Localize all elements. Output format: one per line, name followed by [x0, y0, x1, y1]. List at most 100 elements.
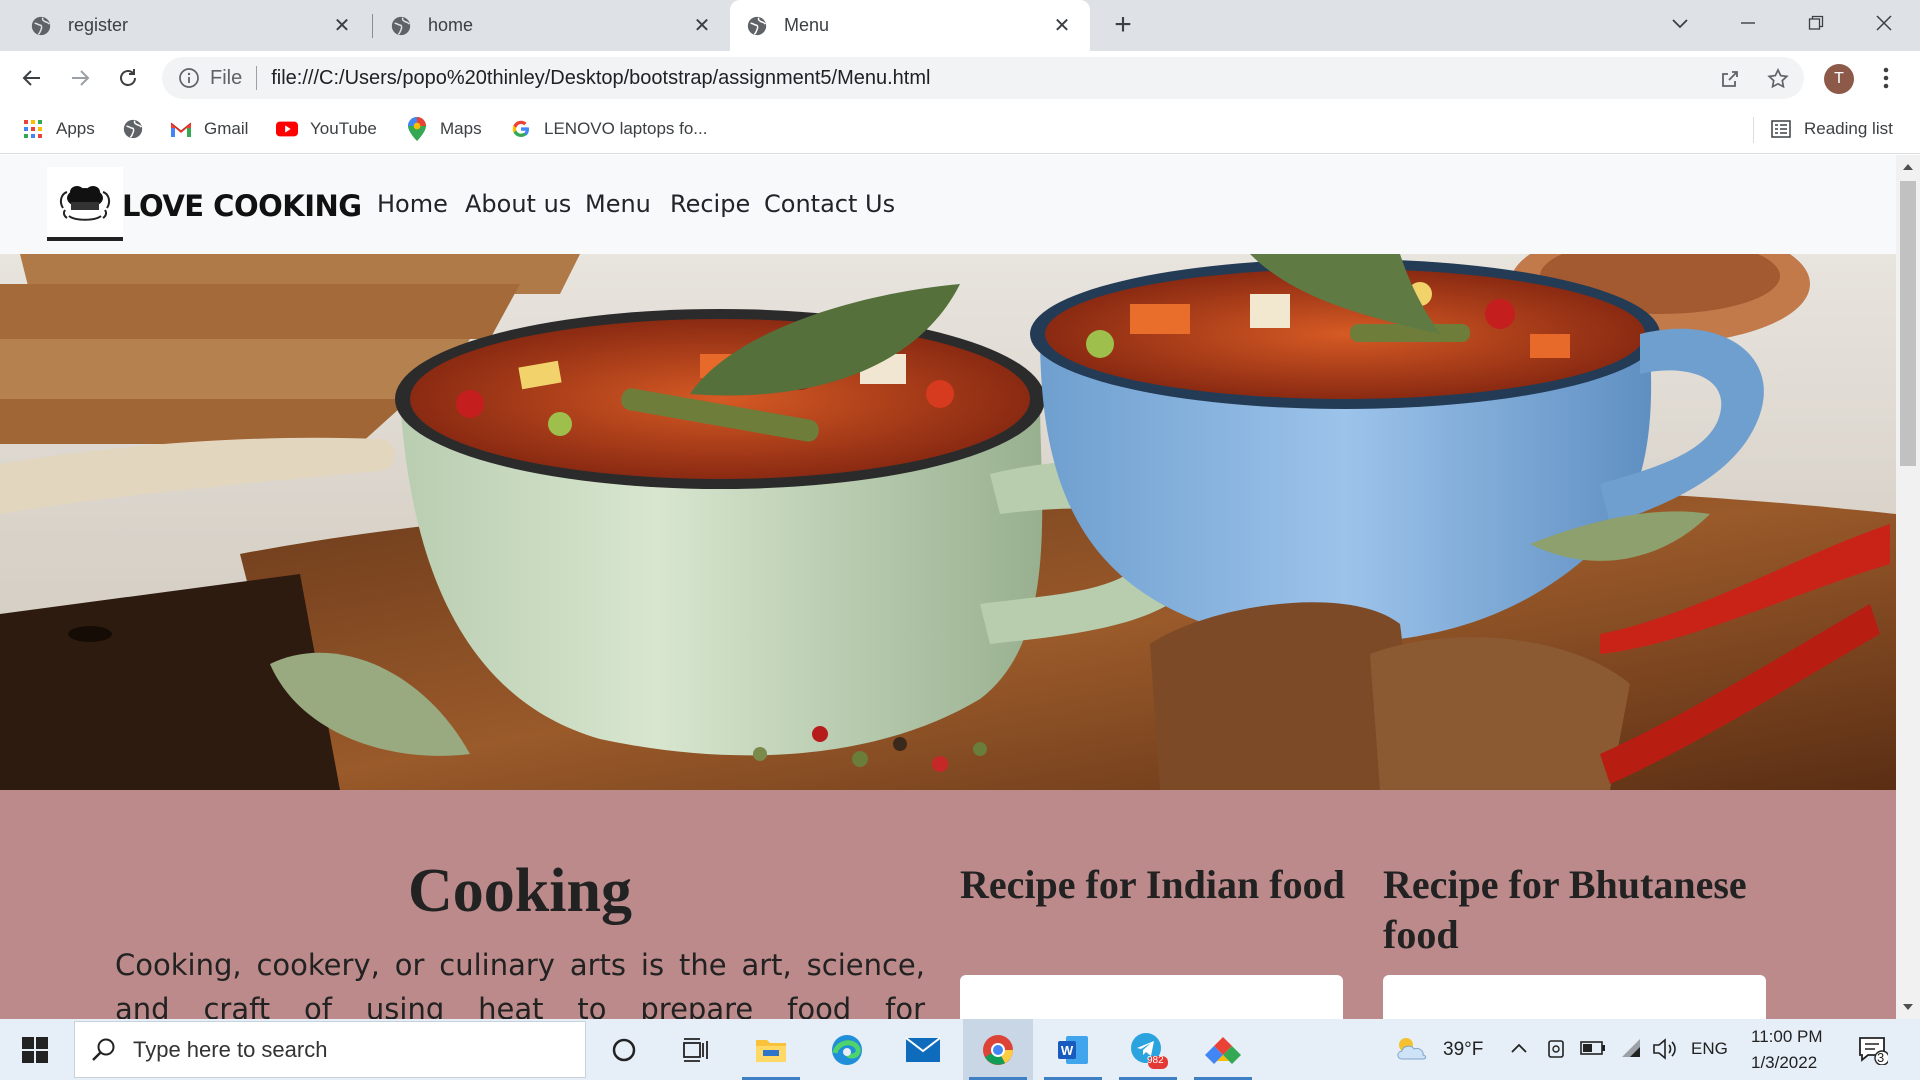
google-icon — [510, 118, 532, 140]
cooking-description: Cooking, cookery, or culinary arts is th… — [115, 948, 925, 1019]
brand-name[interactable]: LOVE COOKING — [122, 189, 362, 223]
reading-list-label: Reading list — [1804, 119, 1893, 138]
bookmark-label: LENOVO laptops fo... — [544, 119, 708, 138]
pinned-app[interactable] — [1188, 1019, 1258, 1080]
minimize-button[interactable] — [1728, 8, 1768, 38]
reload-button[interactable] — [112, 62, 144, 94]
forward-button[interactable] — [64, 62, 96, 94]
maps-icon — [406, 117, 428, 141]
nav-contact-us[interactable]: Contact Us — [764, 190, 895, 218]
url-text[interactable]: file:///C:/Users/popo%20thinley/Desktop/… — [271, 67, 930, 90]
globe-icon — [747, 16, 767, 35]
file-explorer-app[interactable] — [736, 1019, 806, 1080]
scroll-down-icon[interactable] — [1902, 1001, 1914, 1013]
bookmark-apps[interactable]: Apps — [22, 115, 95, 143]
reload-icon — [120, 69, 136, 86]
volume-icon[interactable] — [1652, 1037, 1678, 1061]
indian-recipe-card[interactable] — [960, 975, 1343, 1019]
edge-app[interactable] — [812, 1019, 882, 1080]
wifi-icon[interactable] — [1620, 1037, 1646, 1059]
more-menu-icon[interactable] — [1876, 63, 1896, 93]
nav-about-us[interactable]: About us — [465, 190, 571, 218]
bhutanese-recipe-heading: Recipe for Bhutanese food — [1383, 862, 1747, 957]
windows-taskbar: Type here to search W 982 39°F ENG 11:00… — [0, 1019, 1920, 1080]
tab-divider — [372, 14, 373, 38]
scrollbar-thumb[interactable] — [1900, 181, 1916, 466]
star-icon[interactable] — [1766, 67, 1790, 91]
arrow-left-icon — [22, 70, 40, 86]
window-close-button[interactable] — [1864, 8, 1904, 38]
close-icon[interactable]: ✕ — [1050, 13, 1074, 38]
close-icon — [1876, 15, 1892, 31]
mail-app[interactable] — [888, 1019, 958, 1080]
restore-button[interactable] — [1796, 8, 1836, 38]
word-icon: W — [1058, 1035, 1088, 1064]
chevron-down-icon — [1672, 19, 1688, 29]
chef-hat-logo-icon — [59, 186, 111, 221]
globe-icon — [391, 16, 411, 35]
scroll-up-icon[interactable] — [1902, 161, 1914, 173]
tab-title: register — [68, 15, 129, 35]
search-icon — [92, 1038, 115, 1061]
bookmark-globe[interactable] — [122, 115, 156, 143]
weather-temp[interactable]: 39°F — [1443, 1039, 1483, 1061]
gmail-icon — [170, 118, 192, 140]
restore-icon — [1808, 15, 1824, 30]
chevron-up-icon[interactable] — [1510, 1041, 1528, 1055]
windows-start-icon[interactable] — [22, 1037, 48, 1063]
clock-date[interactable]: 1/3/2022 — [1751, 1053, 1817, 1073]
bookmark-maps[interactable]: Maps — [406, 115, 482, 143]
nav-recipe[interactable]: Recipe — [670, 190, 750, 218]
indian-recipe-heading: Recipe for Indian food — [960, 862, 1345, 907]
reading-list-button[interactable]: Reading list — [1770, 115, 1893, 143]
close-icon[interactable]: ✕ — [330, 13, 354, 38]
tab-title: Menu — [784, 15, 830, 35]
browser-toolbar: File file:///C:/Users/popo%20thinley/Des… — [0, 51, 1920, 105]
bookmark-lenovo[interactable]: LENOVO laptops fo... — [510, 115, 707, 143]
bookmark-youtube[interactable]: YouTube — [276, 115, 377, 143]
clock-time[interactable]: 11:00 PM — [1751, 1027, 1823, 1047]
share-icon[interactable] — [1718, 67, 1742, 91]
globe-icon — [31, 16, 51, 35]
tab-search-button[interactable] — [1660, 8, 1700, 38]
telegram-app[interactable] — [1113, 1019, 1183, 1080]
diamond-app-icon — [1205, 1036, 1241, 1064]
tab-menu[interactable]: Menu ✕ — [730, 0, 1090, 51]
nav-home[interactable]: Home — [377, 190, 448, 218]
reading-list-icon — [1770, 118, 1792, 140]
bookmark-label: Gmail — [204, 119, 249, 138]
profile-avatar[interactable]: T — [1824, 64, 1854, 94]
back-button[interactable] — [16, 62, 48, 94]
chrome-app[interactable] — [963, 1019, 1033, 1080]
apps-grid-icon — [22, 118, 44, 140]
divider — [256, 66, 258, 90]
hero-image — [0, 254, 1896, 790]
cortana-button[interactable] — [589, 1019, 659, 1080]
close-icon[interactable]: ✕ — [690, 13, 714, 38]
page-scrollbar[interactable] — [1896, 155, 1920, 1019]
tab-register[interactable]: register ✕ — [14, 0, 370, 51]
tab-strip: register ✕ home ✕ Menu ✕ + — [0, 0, 1920, 51]
bookmark-gmail[interactable]: Gmail — [170, 115, 248, 143]
arrow-right-icon — [72, 70, 90, 86]
info-icon[interactable] — [178, 67, 200, 89]
new-tab-button[interactable]: + — [1108, 10, 1138, 40]
nav-menu[interactable]: Menu — [585, 190, 651, 218]
address-bar[interactable]: File file:///C:/Users/popo%20thinley/Des… — [162, 57, 1804, 99]
notification-count: 3 — [1877, 1050, 1885, 1065]
folder-icon — [756, 1039, 786, 1062]
language-indicator[interactable]: ENG — [1691, 1039, 1728, 1059]
bhutanese-recipe-card[interactable] — [1383, 975, 1766, 1019]
site-logo[interactable] — [47, 167, 123, 241]
task-view-button[interactable] — [661, 1019, 731, 1080]
weather-cloud-icon[interactable] — [1394, 1033, 1428, 1063]
divider — [1753, 117, 1754, 143]
cooking-heading: Cooking — [408, 857, 632, 925]
bookmark-label: YouTube — [310, 119, 377, 138]
battery-icon[interactable] — [1580, 1039, 1606, 1057]
meet-now-icon[interactable] — [1546, 1037, 1566, 1061]
bookmark-label: Apps — [56, 119, 95, 138]
taskbar-search[interactable]: Type here to search — [74, 1021, 586, 1078]
word-app[interactable]: W — [1038, 1019, 1108, 1080]
tab-home[interactable]: home ✕ — [374, 0, 730, 51]
